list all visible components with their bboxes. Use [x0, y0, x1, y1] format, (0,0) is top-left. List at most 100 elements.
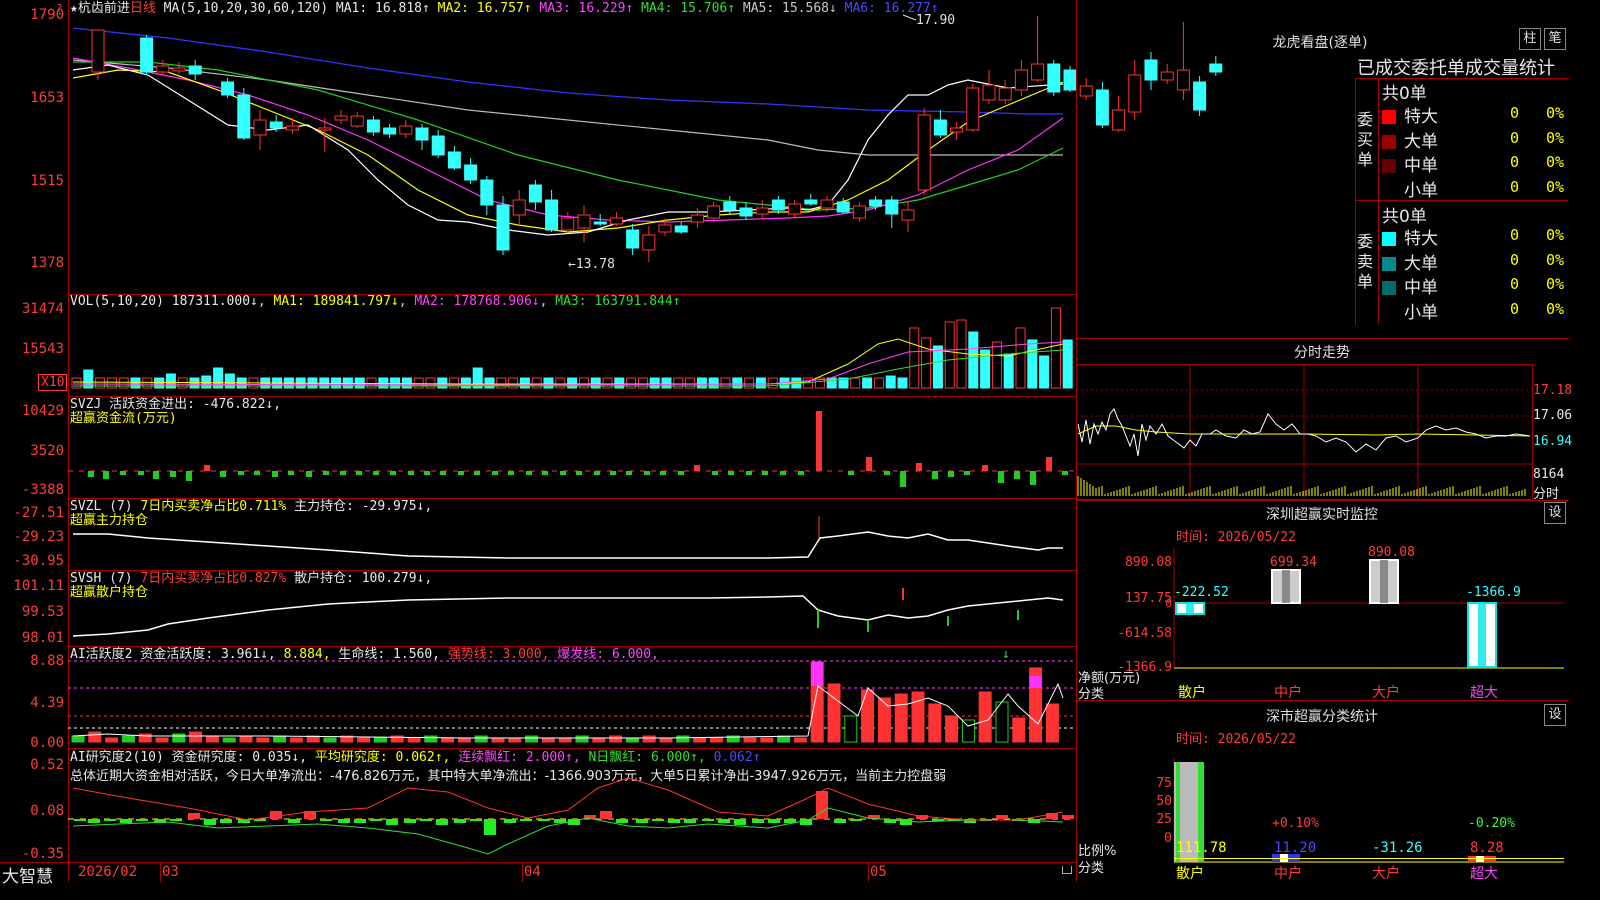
kline-y-label-2: 1653 [30, 90, 64, 106]
legend-swatch-icon [1382, 159, 1396, 173]
ai-research-bar [616, 819, 628, 823]
candle-body [431, 135, 445, 156]
classify-value-2: -31.26 [1372, 840, 1423, 856]
ai-active-bar [172, 733, 186, 743]
candle-body [885, 199, 899, 215]
x-tick-3 [522, 862, 523, 882]
legend-swatch-icon [1382, 232, 1396, 246]
svzj-bar [644, 471, 650, 475]
monitor-settings-button[interactable]: 设 [1544, 502, 1566, 524]
ai-active-bar [88, 731, 102, 743]
volume-bar [1050, 307, 1061, 389]
candle-body [366, 119, 380, 133]
ai-research-bar [454, 819, 466, 823]
ai-active-bar [121, 735, 135, 743]
legend-swatch-icon [1382, 256, 1396, 271]
ai-research-bars [74, 791, 1074, 835]
classify-y-label-3: 25 [1156, 812, 1172, 827]
ai-research-bar [768, 819, 780, 823]
svzj-bar [884, 471, 890, 475]
kline-chart[interactable]: 17.90 ←13.78 [68, 0, 1223, 294]
classify-title: 深市超赢分类统计 [1266, 709, 1378, 725]
svzj-bar [424, 471, 430, 475]
legend-swatch-icon [1382, 134, 1396, 149]
ai-active-bar [625, 737, 639, 743]
bar-mode-button[interactable]: 柱 [1519, 28, 1541, 50]
corner-question-icon[interactable]: ? [56, 2, 63, 15]
candle-body [626, 229, 640, 249]
x-tick-2 [160, 862, 161, 882]
kline-y-label-4: 1378 [30, 255, 64, 271]
svzj-bar [508, 471, 514, 475]
svzj-bar [610, 471, 616, 475]
ai-active-bar [659, 737, 673, 743]
svzj-bar [660, 471, 666, 475]
buy-row-count: 0 [1510, 177, 1520, 196]
svsh-y-label-3: 98.01 [21, 630, 64, 646]
ai-active-bar [491, 737, 505, 743]
volume-bar [862, 377, 873, 389]
monitor-bar-shine [1282, 570, 1290, 603]
ai-research-bar [74, 819, 86, 821]
svzj-bar [762, 471, 768, 475]
svzj-bar [728, 471, 734, 475]
ai-active-bar [861, 689, 875, 743]
volume-bar [850, 377, 861, 389]
classify-x-title: 分类 [1078, 861, 1105, 876]
svzl-y-label-1: -27.51 [13, 505, 64, 521]
pen-mode-button[interactable]: 笔 [1544, 28, 1566, 50]
svzj-bar [323, 471, 329, 475]
svzj-bar [390, 471, 396, 475]
ai-research-bar [88, 819, 100, 823]
app-name[interactable]: 大智慧 [2, 862, 53, 887]
kline-y-label-3: 1515 [30, 173, 64, 189]
buy-row-count: 0 [1510, 153, 1520, 171]
candle-body [966, 87, 980, 131]
svzj-bar [1030, 471, 1036, 485]
monitor-bar-shine [1380, 560, 1388, 603]
classify-value-0: 111.78 [1176, 840, 1227, 856]
candle-body [723, 201, 737, 211]
ai-active-bar [441, 737, 455, 743]
candle-body [528, 184, 542, 203]
ai-research-bar [170, 819, 182, 821]
candle-body [869, 199, 883, 207]
monitor-bar-shine [1186, 603, 1194, 614]
svzj-bar [254, 471, 260, 475]
candle-body [140, 37, 154, 73]
buy-row-pct: 0% [1546, 128, 1565, 147]
svzj-bar [340, 471, 346, 475]
ai-research-bar [702, 819, 714, 821]
volume-bar [944, 321, 955, 389]
buy-total: 共0单 [1382, 84, 1427, 104]
buy-row: 大单 [1382, 127, 1438, 152]
svzj-bar [964, 471, 970, 475]
candle-body [447, 151, 461, 169]
ai-research-bar [1062, 815, 1074, 819]
sell-row-pct: 0% [1546, 275, 1565, 293]
buy-row: 小单 [1382, 176, 1438, 201]
candle-body [933, 119, 947, 136]
classify-settings-button[interactable]: 设 [1544, 704, 1566, 726]
candle-body [415, 127, 429, 141]
ai-active-bar [71, 735, 85, 743]
candle-body [1031, 63, 1045, 81]
high-mark: 17.90 [916, 13, 955, 28]
lock-icon[interactable] [1062, 866, 1072, 874]
svzj-bar [866, 457, 872, 471]
ai-active-bar [357, 737, 371, 743]
ai-research-bar [996, 815, 1008, 819]
svzj-bars [88, 411, 1068, 487]
svzj-bar [678, 471, 684, 475]
ai-active-bar [961, 719, 975, 743]
volume-bar [213, 367, 224, 389]
candle-body [318, 127, 332, 131]
legend-swatch-icon [1382, 305, 1396, 320]
svsh-line [72, 595, 1064, 637]
volume-bar [932, 345, 943, 389]
x-tick-4 [868, 862, 869, 882]
ai-active-bar [894, 693, 908, 743]
svsh-y-label-1: 101.11 [13, 578, 64, 594]
ai-research-bar [734, 819, 746, 825]
buy-row-pct: 0% [1546, 104, 1565, 122]
